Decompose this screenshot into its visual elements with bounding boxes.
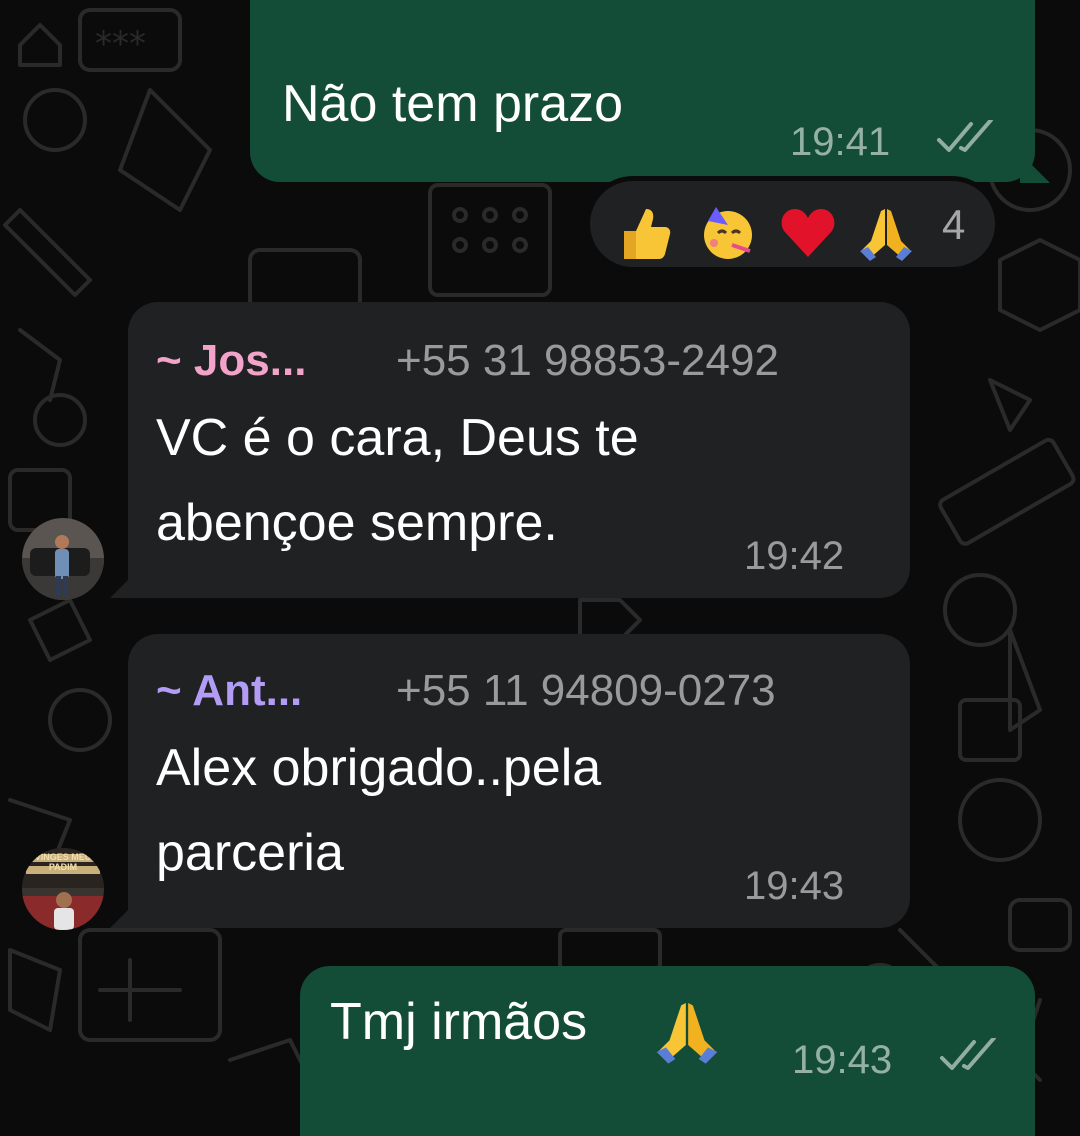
double-check-icon xyxy=(937,120,993,152)
sender-phone: +55 31 98853-2492 xyxy=(396,336,779,385)
message-timestamp: 19:41 xyxy=(790,120,891,164)
double-check-icon xyxy=(940,1038,996,1070)
avatar-badge-text: VINGES MEU PADIM xyxy=(34,852,92,872)
message-text-line: Alex obrigado..pela xyxy=(156,739,602,797)
sender-name[interactable]: ~ Ant... xyxy=(156,666,302,716)
message-text: Não tem prazo xyxy=(282,75,624,133)
message-text-line: parceria xyxy=(156,824,344,882)
reactions-bar[interactable]: 4 xyxy=(585,176,1000,272)
outgoing-message-bubble[interactable]: Tmj irmãos 19:43 xyxy=(300,966,1035,1136)
folded-hands-emoji xyxy=(860,209,912,261)
message-timestamp: 19:43 xyxy=(744,864,845,908)
message-timestamp: 19:43 xyxy=(792,1038,893,1082)
message-text-line: VC é o cara, Deus te xyxy=(156,409,639,467)
folded-hands-emoji xyxy=(656,1003,718,1064)
sender-name[interactable]: ~ Jos... xyxy=(156,336,306,386)
reaction-count: 4 xyxy=(942,201,966,248)
thumbs-up-emoji xyxy=(624,209,671,259)
bubble-tail xyxy=(110,568,140,598)
bubble-tail xyxy=(1020,153,1050,183)
outgoing-message-bubble[interactable]: Não tem prazo 19:41 xyxy=(250,0,1035,182)
message-text: Tmj irmãos xyxy=(330,993,588,1051)
bubble-tail xyxy=(110,898,140,928)
svg-text:***: *** xyxy=(95,24,146,64)
incoming-message-bubble[interactable]: ~ Jos... +55 31 98853-2492 VC é o cara, … xyxy=(128,302,910,598)
incoming-message-bubble[interactable]: ~ Ant... +55 11 94809-0273 Alex obrigado… xyxy=(128,634,910,928)
red-heart-emoji xyxy=(781,209,835,257)
sender-phone: +55 11 94809-0273 xyxy=(396,666,776,715)
message-timestamp: 19:42 xyxy=(744,534,845,578)
sender-avatar[interactable]: VINGES MEU PADIM xyxy=(22,848,104,930)
sender-avatar[interactable] xyxy=(22,518,104,600)
partying-face-emoji xyxy=(704,207,752,259)
message-text-line: abençoe sempre. xyxy=(156,494,558,552)
